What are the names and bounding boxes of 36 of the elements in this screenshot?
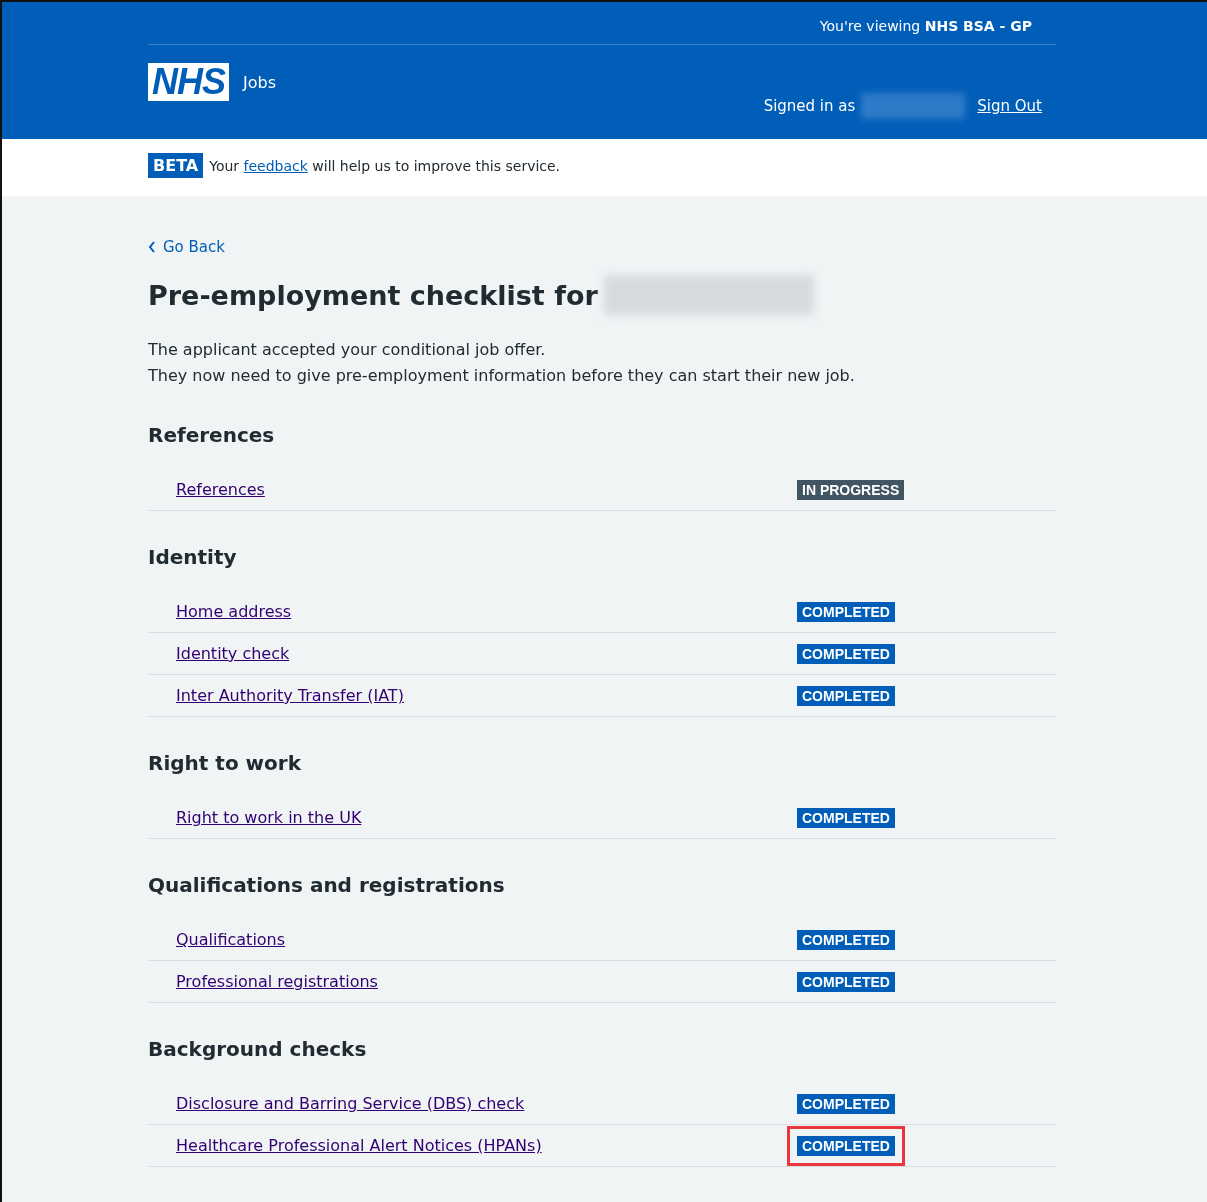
- nhs-logo[interactable]: NHS: [148, 63, 229, 101]
- status-tag: COMPLETED: [797, 686, 895, 706]
- status-tag: COMPLETED: [797, 602, 895, 622]
- chevron-left-icon: [148, 241, 156, 253]
- intro-text: They now need to give pre-employment information before they can start their new job.: [148, 365, 856, 387]
- page-title: Pre-employment checklist for: [148, 279, 598, 311]
- signed-in-label: Signed in as: [763, 97, 856, 115]
- task-link[interactable]: Identity check: [176, 644, 797, 663]
- task-link[interactable]: Professional registrations: [176, 972, 797, 991]
- intro-text: The applicant accepted your conditional job offer.: [148, 339, 547, 361]
- status-tag: COMPLETED: [797, 972, 895, 992]
- service-name: Jobs: [243, 72, 276, 92]
- back-link[interactable]: Go Back: [148, 238, 225, 256]
- sign-out-link[interactable]: Sign Out: [977, 97, 1042, 115]
- task-link[interactable]: Disclosure and Barring Service (DBS) check: [176, 1094, 797, 1113]
- beta-message: Your feedback will help us to improve this service.: [209, 157, 561, 174]
- task-link[interactable]: Qualifications: [176, 930, 797, 949]
- section-heading: References: [148, 423, 276, 447]
- beta-tag: BETA: [148, 153, 204, 178]
- section-heading: Identity: [148, 545, 238, 569]
- feedback-link[interactable]: feedback: [243, 157, 308, 174]
- status-tag: COMPLETED: [797, 808, 895, 828]
- status-tag: COMPLETED: [797, 1094, 895, 1114]
- section-heading: Background checks: [148, 1037, 368, 1061]
- section-heading: Qualifications and registrations: [148, 873, 506, 897]
- task-link[interactable]: Healthcare Professional Alert Notices (HPANs): [176, 1136, 797, 1155]
- status-tag: IN PROGRESS: [797, 480, 905, 500]
- status-tag: COMPLETED: [797, 930, 895, 950]
- section-heading: Right to work: [148, 751, 302, 775]
- status-tag: COMPLETED: [797, 644, 895, 664]
- task-link[interactable]: References: [176, 480, 797, 499]
- task-link[interactable]: Inter Authority Transfer (IAT): [176, 686, 797, 705]
- task-link[interactable]: Right to work in the UK: [176, 808, 797, 827]
- task-link[interactable]: Home address: [176, 602, 797, 621]
- viewing-text: You're viewing NHS BSA - GP: [819, 18, 1032, 34]
- status-tag: COMPLETED: [797, 1136, 895, 1156]
